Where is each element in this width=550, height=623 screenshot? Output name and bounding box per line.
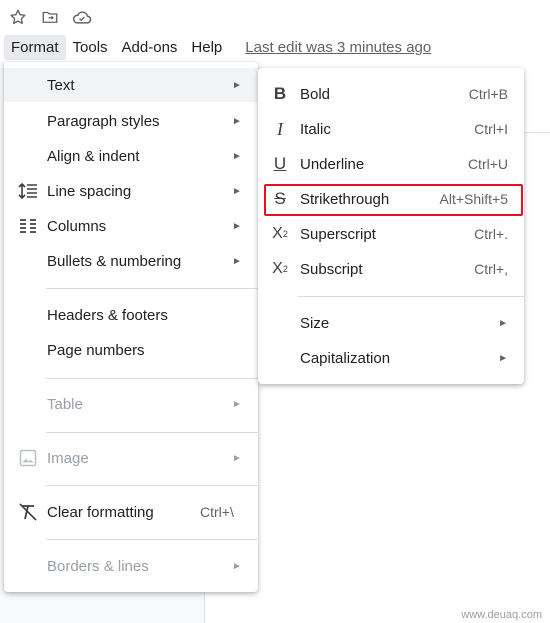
- columns-icon: [17, 215, 39, 237]
- menu-add-ons[interactable]: Add-ons: [115, 35, 185, 60]
- menu-item-label: Table: [47, 395, 83, 413]
- submenu-item-label: Capitalization: [300, 349, 391, 367]
- menu-divider: [46, 288, 258, 289]
- submenu-arrow-icon: ►: [232, 398, 242, 410]
- clear-formatting-icon: [17, 501, 39, 523]
- menu-item-columns[interactable]: Columns ►: [4, 209, 258, 243]
- format-menu: Text ► Paragraph styles ► Align & indent…: [4, 62, 258, 592]
- menu-item-shortcut: Ctrl+\: [200, 504, 234, 520]
- menu-item-borders-lines[interactable]: Borders & lines ►: [4, 549, 258, 583]
- submenu-item-label: Italic: [300, 120, 331, 138]
- submenu-item-label: Underline: [300, 155, 365, 173]
- submenu-item-label: Superscript: [300, 225, 376, 243]
- move-to-folder-icon[interactable]: [40, 7, 60, 27]
- text-submenu: B Bold Ctrl+B I Italic Ctrl+I U Underlin…: [258, 68, 524, 384]
- menu-item-shortcut: Ctrl+U: [467, 156, 508, 172]
- menu-item-label: Align & indent: [47, 147, 140, 165]
- submenu-arrow-icon: ►: [232, 560, 242, 572]
- menu-item-label: Image: [47, 449, 89, 467]
- menu-divider: [46, 485, 258, 486]
- menu-item-clear-formatting[interactable]: Clear formatting Ctrl+\: [4, 495, 258, 529]
- submenu-arrow-icon: ►: [232, 452, 242, 464]
- menu-item-label: Borders & lines: [47, 557, 149, 575]
- menu-item-align-indent[interactable]: Align & indent ►: [4, 139, 258, 173]
- menu-item-text[interactable]: Text ►: [4, 68, 258, 102]
- cloud-saved-icon[interactable]: [72, 7, 92, 27]
- submenu-arrow-icon: ►: [498, 317, 508, 329]
- submenu-item-subscript[interactable]: X2 Subscript Ctrl+,: [258, 252, 524, 286]
- menu-item-label: Text: [47, 76, 75, 94]
- menu-item-label: Paragraph styles: [47, 112, 160, 130]
- menu-item-shortcut: Ctrl+B: [468, 86, 508, 102]
- menu-item-bullets-numbering[interactable]: Bullets & numbering ►: [4, 244, 258, 278]
- watermark: www.deuaq.com: [461, 609, 542, 621]
- submenu-item-bold[interactable]: B Bold Ctrl+B: [258, 77, 524, 111]
- menu-divider: [46, 378, 258, 379]
- submenu-item-size[interactable]: Size ►: [258, 306, 524, 340]
- menu-item-shortcut: Ctrl+.: [474, 226, 508, 242]
- submenu-arrow-icon: ►: [232, 115, 242, 127]
- menu-help[interactable]: Help: [184, 35, 229, 60]
- menu-item-table[interactable]: Table ►: [4, 387, 258, 421]
- submenu-arrow-icon: ►: [498, 352, 508, 364]
- last-edit-link[interactable]: Last edit was 3 minutes ago: [245, 39, 431, 56]
- superscript-icon: X2: [272, 225, 288, 242]
- bold-icon: B: [273, 84, 287, 103]
- menu-divider: [46, 432, 258, 433]
- menu-tools[interactable]: Tools: [66, 35, 115, 60]
- image-icon: [17, 447, 39, 469]
- menu-item-label: Clear formatting: [47, 503, 154, 521]
- menu-item-label: Columns: [47, 217, 107, 235]
- toolbar-strip: [520, 62, 550, 133]
- strikethrough-highlight-box: [264, 184, 523, 216]
- italic-icon: I: [277, 118, 283, 139]
- menu-item-shortcut: Ctrl+,: [474, 261, 508, 277]
- menu-divider: [298, 296, 524, 297]
- submenu-item-italic[interactable]: I Italic Ctrl+I: [258, 112, 524, 146]
- menu-item-paragraph-styles[interactable]: Paragraph styles ►: [4, 104, 258, 138]
- menu-format[interactable]: Format: [4, 34, 66, 60]
- menu-item-label: Bullets & numbering: [47, 252, 182, 270]
- underline-icon: U: [273, 154, 287, 173]
- menu-item-headers-footers[interactable]: Headers & footers: [4, 298, 258, 332]
- menu-item-image[interactable]: Image ►: [4, 441, 258, 475]
- submenu-item-capitalization[interactable]: Capitalization ►: [258, 341, 524, 375]
- submenu-item-underline[interactable]: U Underline Ctrl+U: [258, 147, 524, 181]
- submenu-item-label: Bold: [300, 85, 331, 103]
- menu-divider: [46, 539, 258, 540]
- doc-toolbar-icons: [8, 6, 92, 28]
- menu-item-page-numbers[interactable]: Page numbers: [4, 333, 258, 367]
- line-spacing-icon: [17, 180, 39, 202]
- menu-bar: Format Tools Add-ons Help Last edit was …: [4, 34, 431, 60]
- star-icon[interactable]: [8, 7, 28, 27]
- submenu-arrow-icon: ►: [232, 150, 242, 162]
- menu-item-label: Headers & footers: [47, 306, 168, 324]
- subscript-icon: X2: [272, 260, 288, 277]
- submenu-arrow-icon: ►: [232, 220, 242, 232]
- menu-item-label: Line spacing: [47, 182, 132, 200]
- submenu-item-superscript[interactable]: X2 Superscript Ctrl+.: [258, 217, 524, 251]
- submenu-item-label: Subscript: [300, 260, 363, 278]
- submenu-arrow-icon: ►: [232, 255, 242, 267]
- submenu-item-label: Size: [300, 314, 330, 332]
- menu-item-line-spacing[interactable]: Line spacing ►: [4, 174, 258, 208]
- submenu-arrow-icon: ►: [232, 185, 242, 197]
- submenu-arrow-icon: ►: [232, 79, 242, 91]
- menu-item-label: Page numbers: [47, 341, 145, 359]
- menu-item-shortcut: Ctrl+I: [474, 121, 508, 137]
